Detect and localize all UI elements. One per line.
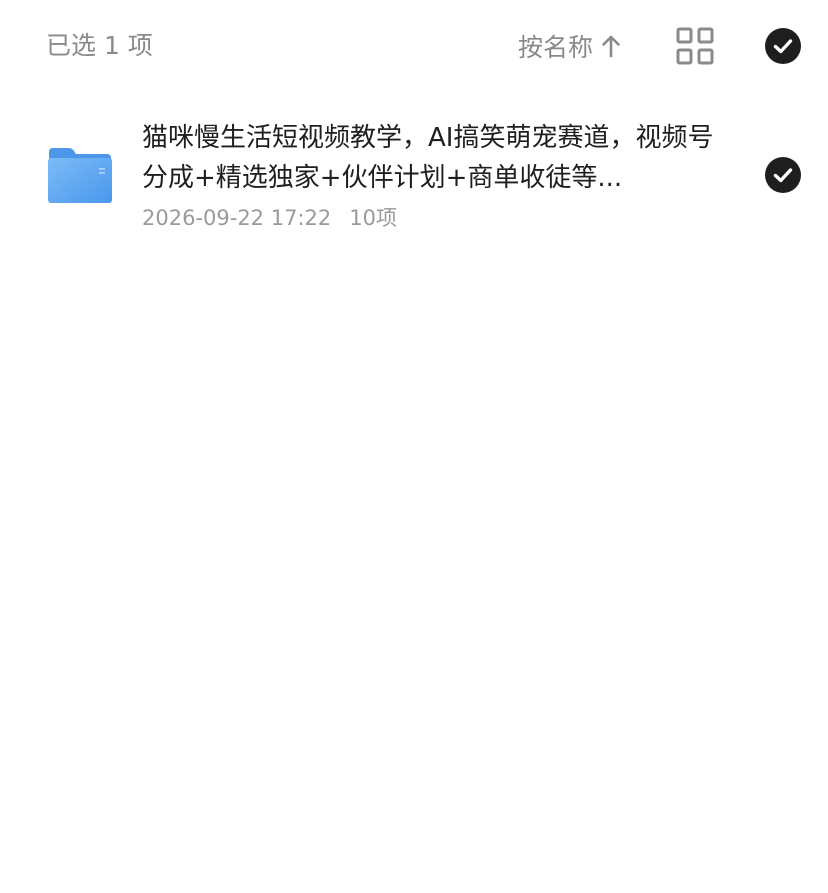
folder-icon	[47, 146, 113, 204]
arrow-up-icon	[601, 34, 621, 58]
sort-by-name-button[interactable]: 按名称	[518, 28, 621, 64]
sort-label: 按名称	[518, 33, 594, 62]
file-name: 猫咪慢生活短视频教学，AI搞笑萌宠赛道，视频号分成+精选独家+伙伴计划+商单收徒…	[142, 123, 714, 193]
selected-count-label: 已选 1 项	[46, 31, 153, 60]
file-date: 2026-09-22 17:22	[142, 206, 332, 230]
selection-toolbar: 已选 1 项 按名称	[0, 0, 828, 92]
file-list-item[interactable]: 猫咪慢生活短视频教学，AI搞笑萌宠赛道，视频号分成+精选独家+伙伴计划+商单收徒…	[0, 110, 828, 240]
file-item-count: 10项	[349, 206, 397, 230]
file-select-checkbox[interactable]	[765, 157, 801, 193]
file-meta: 2026-09-22 17:22 10项	[142, 204, 397, 232]
check-circle-icon	[765, 28, 801, 64]
check-circle-icon	[765, 157, 801, 193]
grid-view-icon	[676, 27, 714, 65]
grid-view-button[interactable]	[676, 27, 714, 65]
select-all-checkbox[interactable]	[765, 28, 801, 64]
